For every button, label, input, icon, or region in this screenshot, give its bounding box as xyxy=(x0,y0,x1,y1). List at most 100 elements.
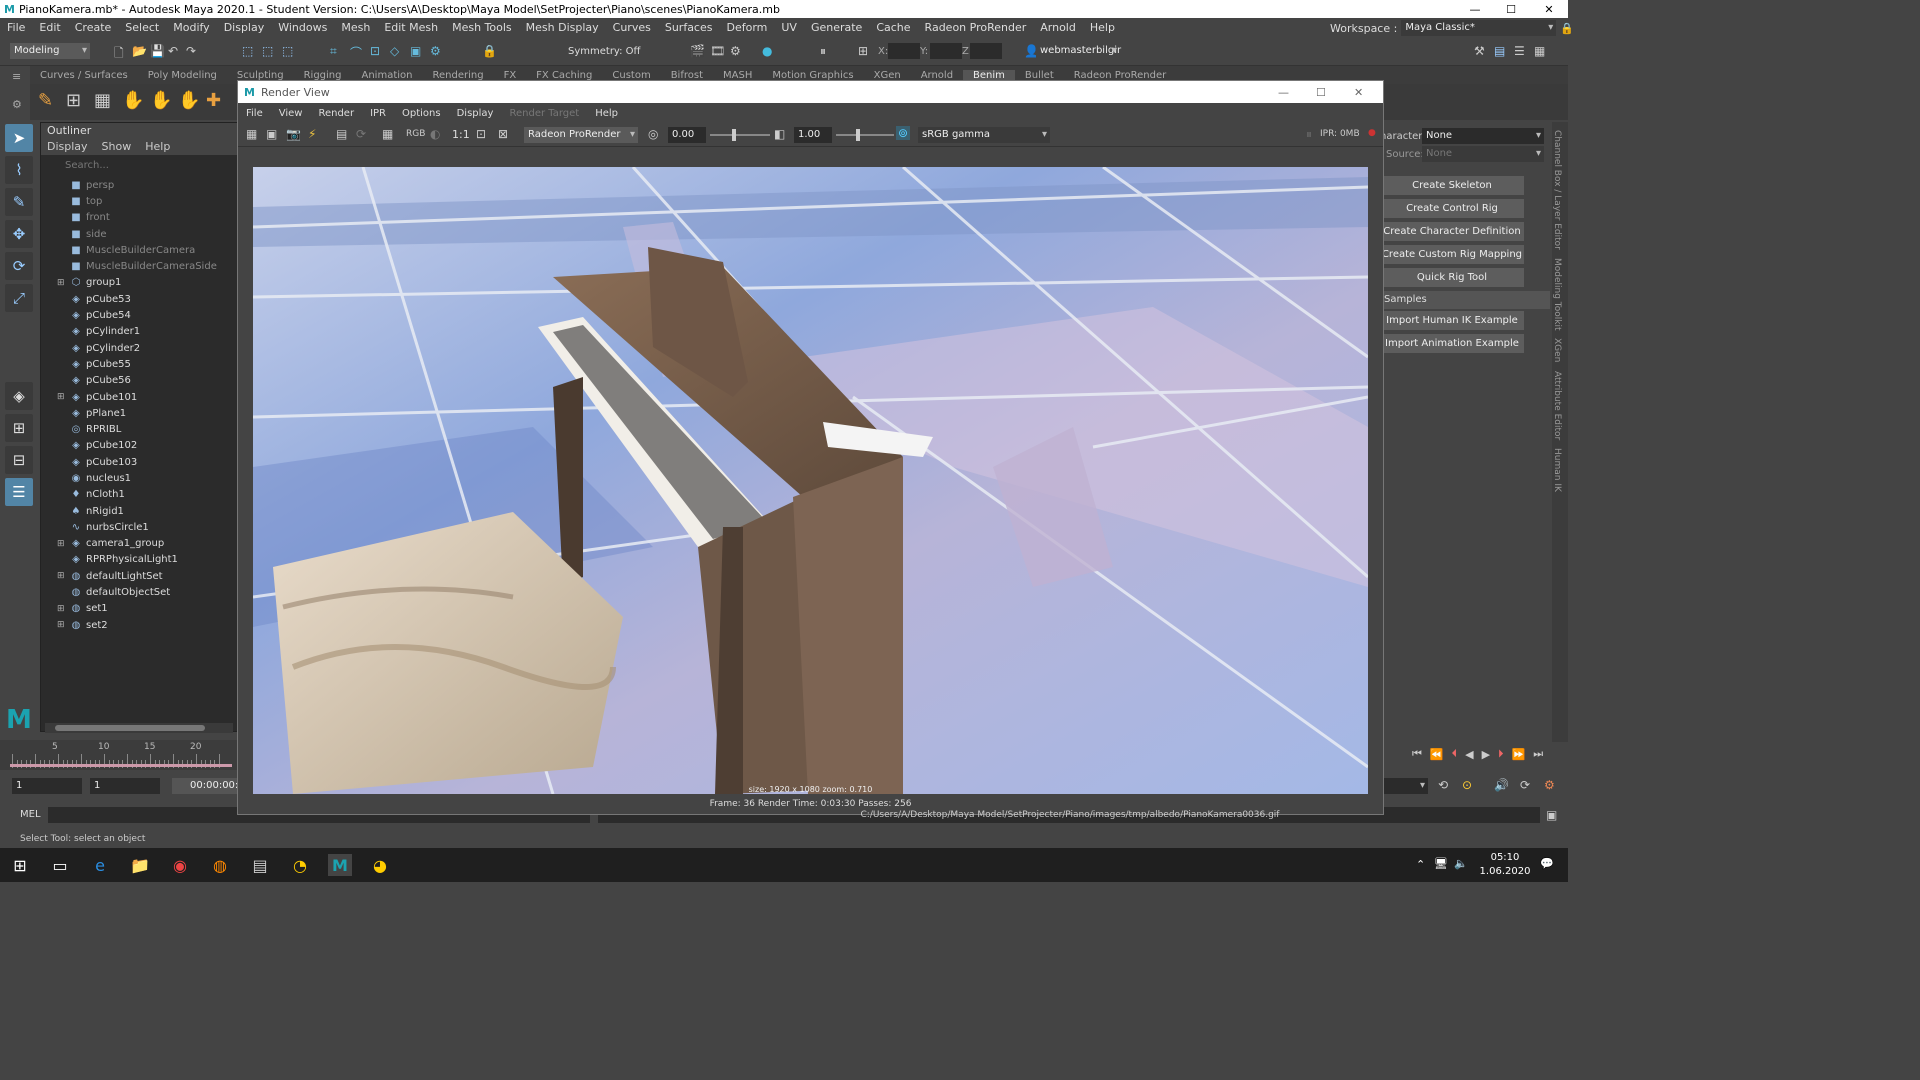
scale-tool-icon[interactable]: ⤢ xyxy=(5,284,33,312)
save-scene-icon[interactable]: 💾 xyxy=(150,44,165,58)
outliner-item[interactable]: ⊞ ⬡ group1 xyxy=(41,275,237,291)
gamma-slider[interactable] xyxy=(836,129,894,141)
shelf-tab-bullet[interactable]: Bullet xyxy=(1015,70,1064,81)
import-animation-example-button[interactable]: Import Animation Example xyxy=(1380,334,1524,353)
workspace-dropdown[interactable]: Maya Classic* xyxy=(1401,20,1557,36)
rotate-tool-icon[interactable]: ⟳ xyxy=(5,252,33,280)
rv-menu-ipr[interactable]: IPR xyxy=(362,108,394,119)
task-view-icon[interactable]: ▭ xyxy=(48,854,72,876)
menu-modify[interactable]: Modify xyxy=(166,21,216,34)
expand-icon[interactable]: ⊞ xyxy=(57,392,69,402)
sound-icon[interactable]: 🔊 xyxy=(1494,778,1509,792)
gamma-slider-thumb[interactable] xyxy=(856,129,860,141)
shelf-tab-custom[interactable]: Custom xyxy=(602,70,660,81)
rv-minimize-button[interactable]: — xyxy=(1278,86,1289,99)
shelf-tab-sculpting[interactable]: Sculpting xyxy=(227,70,294,81)
symmetry-label[interactable]: Symmetry: Off xyxy=(568,46,640,57)
outliner-item[interactable]: ■ front xyxy=(41,210,237,226)
outliner-item[interactable]: ⊞ ◍ set1 xyxy=(41,601,237,617)
close-button[interactable]: ✕ xyxy=(1532,0,1566,18)
menu-cache[interactable]: Cache xyxy=(869,21,917,34)
outliner-menu-display[interactable]: Display xyxy=(47,139,88,155)
shelf-tab-mash[interactable]: MASH xyxy=(713,70,762,81)
pencil-tool-icon[interactable]: ✎ xyxy=(38,90,53,111)
outliner-item[interactable]: ◈ pPlane1 xyxy=(41,405,237,421)
snapshot-icon[interactable]: 📷 xyxy=(286,127,301,141)
render-region-icon[interactable]: ▣ xyxy=(266,127,277,141)
outliner-item[interactable]: ■ persp xyxy=(41,177,237,193)
menu-mesh-display[interactable]: Mesh Display xyxy=(519,21,606,34)
snap-surface-icon[interactable]: ◇ xyxy=(390,44,399,58)
exposure-slider[interactable] xyxy=(710,129,770,141)
outliner-item[interactable]: ⊞ ◍ defaultLightSet xyxy=(41,568,237,584)
outliner-item[interactable]: ■ MuscleBuilderCamera xyxy=(41,242,237,258)
outliner-item[interactable]: ◍ defaultObjectSet xyxy=(41,584,237,600)
outliner-menu-show[interactable]: Show xyxy=(102,139,132,155)
side-tab-human-ik[interactable]: Human IK xyxy=(1552,448,1562,492)
shelf-tab-rigging[interactable]: Rigging xyxy=(294,70,352,81)
render-settings-icon[interactable]: ▦ xyxy=(382,127,393,141)
anim-layer-dropdown[interactable] xyxy=(1384,778,1428,794)
shelf-tab-xgen[interactable]: XGen xyxy=(864,70,911,81)
rv-menu-view[interactable]: View xyxy=(271,108,311,119)
notification-icon[interactable]: 💬 xyxy=(1540,857,1554,870)
tray-arrow-icon[interactable]: ⌃ xyxy=(1416,858,1425,871)
outliner-item[interactable]: ◈ pCube103 xyxy=(41,454,237,470)
pause-icon[interactable]: ⏸ xyxy=(820,44,826,59)
bind-skin-icon[interactable]: ✋ xyxy=(150,90,172,111)
menu-deform[interactable]: Deform xyxy=(719,21,774,34)
side-tab-xgen[interactable]: XGen xyxy=(1552,338,1562,362)
create-skeleton-button[interactable]: Create Skeleton xyxy=(1380,176,1524,195)
play-back-icon[interactable]: ◀ xyxy=(1465,748,1473,761)
scrollbar-thumb[interactable] xyxy=(55,725,205,731)
expand-icon[interactable]: ⊞ xyxy=(57,604,69,614)
outliner-layout-icon[interactable]: ☰ xyxy=(5,478,33,506)
source-dropdown[interactable]: None xyxy=(1422,146,1544,162)
x-field[interactable] xyxy=(888,43,920,59)
render-settings-icon[interactable]: ⚙ xyxy=(730,44,741,58)
shelf-tab-curves-surfaces[interactable]: Curves / Surfaces xyxy=(30,70,138,81)
hypershade-icon[interactable]: ● xyxy=(762,44,772,58)
attribute-editor-icon[interactable]: ▤ xyxy=(1494,44,1505,58)
shelf-tab-motion-graphics[interactable]: Motion Graphics xyxy=(762,70,863,81)
ipr-icon[interactable]: ⚡ xyxy=(308,127,316,141)
shelf-menu-icon[interactable]: ≡ xyxy=(12,70,21,83)
windows-start-icon[interactable]: ⊞ xyxy=(8,854,32,876)
clock[interactable]: 05:10 1.06.2020 xyxy=(1476,851,1534,879)
menu-mesh[interactable]: Mesh xyxy=(334,21,377,34)
exposure-field[interactable]: 0.00 xyxy=(668,127,706,143)
rgb-label[interactable]: RGB xyxy=(406,129,425,139)
select-component-icon[interactable]: ⬚ xyxy=(282,44,293,58)
ipr-pause-icon[interactable]: ⏸ xyxy=(1306,127,1312,142)
outliner-item[interactable]: ■ MuscleBuilderCameraSide xyxy=(41,258,237,274)
z-field[interactable] xyxy=(970,43,1002,59)
rv-menu-help[interactable]: Help xyxy=(587,108,626,119)
single-perspective-icon[interactable]: ◈ xyxy=(5,382,33,410)
outliner-item[interactable]: ∿ nurbsCircle1 xyxy=(41,519,237,535)
maya-taskbar-icon[interactable]: M xyxy=(328,854,352,876)
ipr-region-icon[interactable]: ▤ xyxy=(336,127,347,141)
playback-start-field[interactable]: 1 xyxy=(90,778,160,794)
side-tab-channel-box-layer-editor[interactable]: Channel Box / Layer Editor xyxy=(1552,130,1562,250)
undo-icon[interactable]: ↶ xyxy=(168,44,178,58)
fit-frame-icon[interactable]: ⊡ xyxy=(476,127,486,141)
outliner-item[interactable]: ⊞ ◈ camera1_group xyxy=(41,536,237,552)
outliner-item[interactable]: ◈ pCube55 xyxy=(41,356,237,372)
redo-icon[interactable]: ↷ xyxy=(186,44,196,58)
select-tool-icon[interactable]: ➤ xyxy=(5,124,33,152)
open-scene-icon[interactable]: 📂 xyxy=(132,44,147,58)
lock-icon[interactable]: 🔒 xyxy=(1560,22,1574,35)
render-image[interactable]: size: 1920 x 1080 zoom: 0.710 xyxy=(253,167,1368,794)
account-dropdown[interactable]: webmasterbilgir xyxy=(1036,43,1121,59)
maximize-button[interactable]: ☐ xyxy=(1494,0,1528,18)
outliner-item[interactable]: ◈ pCube102 xyxy=(41,438,237,454)
app2-icon[interactable]: ◔ xyxy=(288,854,312,876)
snap-curve-icon[interactable]: ⌒ xyxy=(350,44,362,61)
app-icon[interactable]: ▤ xyxy=(248,854,272,876)
snap-live-icon[interactable]: ⚙ xyxy=(430,44,441,58)
timecode-field[interactable]: 00:00:00:01 xyxy=(172,778,251,794)
joint-tool-icon[interactable]: ✋ xyxy=(122,90,144,111)
refresh-ipr-icon[interactable]: ⟳ xyxy=(356,127,366,141)
y-field[interactable] xyxy=(930,43,962,59)
menu-curves[interactable]: Curves xyxy=(606,21,658,34)
